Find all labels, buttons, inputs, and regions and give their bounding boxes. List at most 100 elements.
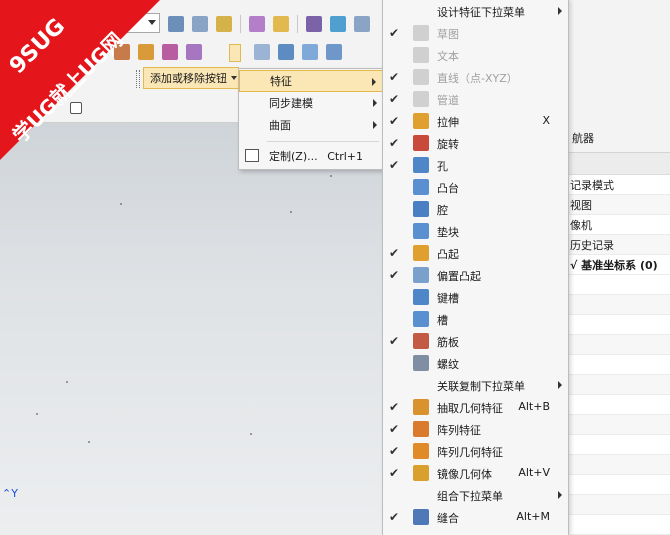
checkmark-icon: ✔ bbox=[389, 246, 400, 260]
viewport-dot bbox=[250, 433, 252, 435]
swept-icon[interactable] bbox=[326, 44, 342, 60]
dropdown-item[interactable]: 槽 bbox=[383, 308, 568, 330]
navigator-row[interactable]: 记录模式 bbox=[568, 175, 670, 195]
viewport-dot bbox=[66, 381, 68, 383]
surface-icon[interactable] bbox=[254, 44, 270, 60]
add-remove-buttons-label: 添加或移除按钮 bbox=[150, 72, 227, 85]
dropdown-item[interactable]: ✔ 管道 bbox=[383, 88, 568, 110]
navigator-title: 航器 bbox=[572, 131, 594, 145]
dropdown-item[interactable]: 键槽 bbox=[383, 286, 568, 308]
chevron-down-icon bbox=[148, 20, 156, 25]
dropdown-item[interactable]: ✔ 旋转 bbox=[383, 132, 568, 154]
dropdown-item[interactable]: ✔ 筋板 bbox=[383, 330, 568, 352]
dropdown-item-shortcut: Alt+M bbox=[516, 510, 550, 523]
dropdown-item[interactable]: 组合下拉菜单 bbox=[383, 484, 568, 506]
navigator-row-label: 记录模式 bbox=[570, 178, 614, 192]
navigator-row-empty bbox=[568, 495, 670, 515]
navigator-row[interactable]: 像机 bbox=[568, 215, 670, 235]
navigator-row-label: 历史记录 bbox=[570, 238, 614, 252]
dropdown-item[interactable]: ✔ 偏置凸起 bbox=[383, 264, 568, 286]
dropdown-item[interactable]: ✔ 缝合 Alt+M bbox=[383, 506, 568, 528]
layer-settings-icon[interactable] bbox=[192, 16, 208, 32]
selection-filter-combo[interactable] bbox=[60, 13, 160, 33]
dropdown-item[interactable]: ✔ 阵列几何特征 bbox=[383, 440, 568, 462]
text-icon bbox=[413, 47, 429, 63]
checkmark-icon: ✔ bbox=[389, 510, 400, 524]
dropdown-item[interactable]: 文本 bbox=[383, 44, 568, 66]
dropdown-item[interactable]: ✔ 草图 bbox=[383, 22, 568, 44]
dropdown-item[interactable]: 设计特征下拉菜单 bbox=[383, 0, 568, 22]
revolve-icon bbox=[413, 135, 429, 151]
dropdown-item[interactable]: ✔ 拉伸 X bbox=[383, 110, 568, 132]
dropdown-item-shortcut: Alt+B bbox=[518, 400, 550, 413]
dropdown-item[interactable]: 垫块 bbox=[383, 220, 568, 242]
snap-end-icon[interactable] bbox=[354, 16, 370, 32]
submenu-item-feature[interactable]: 特征 bbox=[239, 70, 383, 92]
checkmark-icon: ✔ bbox=[389, 158, 400, 172]
dropdown-item[interactable]: 凸台 bbox=[383, 176, 568, 198]
navigator-row-empty bbox=[568, 395, 670, 415]
toolbar-overflow-button[interactable] bbox=[229, 44, 241, 62]
dropdown-item[interactable]: 螺纹 bbox=[383, 352, 568, 374]
navigator-row-empty bbox=[568, 515, 670, 535]
view-icon[interactable] bbox=[306, 16, 322, 32]
navigator-column-header bbox=[568, 153, 670, 175]
submenu-item-customize[interactable]: 定制(Z)... Ctrl+1 bbox=[239, 145, 383, 167]
navigator-row-datum-csys[interactable]: √ 基准坐标系 (0) bbox=[568, 255, 670, 275]
toolbar-separator bbox=[297, 15, 298, 33]
feature-icon[interactable] bbox=[114, 44, 130, 60]
snap-point-icon[interactable] bbox=[330, 16, 346, 32]
through-curves-icon[interactable] bbox=[278, 44, 294, 60]
draft-icon[interactable] bbox=[186, 44, 202, 60]
pointer-icon[interactable] bbox=[249, 16, 265, 32]
navigator-row-empty bbox=[568, 315, 670, 335]
checkmark-icon: ✔ bbox=[389, 334, 400, 348]
chevron-right-icon bbox=[373, 121, 377, 129]
dropdown-item[interactable]: 关联复制下拉菜单 bbox=[383, 374, 568, 396]
dropdown-item[interactable]: ✔ 直线（点-XYZ） bbox=[383, 66, 568, 88]
submenu-item-surface[interactable]: 曲面 bbox=[239, 114, 383, 136]
grid-icon[interactable] bbox=[70, 102, 82, 114]
toolbar-row-2b bbox=[250, 38, 346, 66]
sew-icon bbox=[413, 509, 429, 525]
navigator-row-empty bbox=[568, 455, 670, 475]
boolean-icon[interactable] bbox=[138, 44, 154, 60]
header-strip-right bbox=[568, 0, 670, 123]
dropdown-item[interactable]: 腔 bbox=[383, 198, 568, 220]
checkmark-icon: ✔ bbox=[389, 70, 400, 84]
submenu-item-label: 曲面 bbox=[269, 119, 291, 132]
dropdown-item[interactable]: ✔ 镜像几何体 Alt+V bbox=[383, 462, 568, 484]
dropdown-item[interactable]: ✔ 抽取几何特征 Alt+B bbox=[383, 396, 568, 418]
thread-icon bbox=[413, 355, 429, 371]
dropdown-item-label: 孔 bbox=[437, 160, 448, 173]
submenu-item-sync-modeling[interactable]: 同步建模 bbox=[239, 92, 383, 114]
dropdown-item-shortcut: X bbox=[542, 114, 550, 127]
layer-icon[interactable] bbox=[168, 16, 184, 32]
pocket-icon bbox=[413, 201, 429, 217]
dropdown-item-label: 筋板 bbox=[437, 336, 459, 349]
checkmark-icon: ✔ bbox=[389, 400, 400, 414]
checkmark-icon: ✔ bbox=[389, 92, 400, 106]
mirror-geometry-icon bbox=[413, 465, 429, 481]
dropdown-item[interactable]: ✔ 凸起 bbox=[383, 242, 568, 264]
dropdown-item[interactable]: ✔ 阵列特征 bbox=[383, 418, 568, 440]
studio-surface-icon[interactable] bbox=[302, 44, 318, 60]
navigator-row-label: 视图 bbox=[570, 198, 592, 212]
navigator-row[interactable]: 历史记录 bbox=[568, 235, 670, 255]
triad-arrow-icon: ⌃ bbox=[2, 487, 12, 500]
add-remove-buttons-button[interactable]: 添加或移除按钮 bbox=[143, 67, 239, 89]
dropdown-item-label: 腔 bbox=[437, 204, 448, 217]
dropdown-item-label: 直线（点-XYZ） bbox=[437, 72, 518, 85]
checkmark-icon: ✔ bbox=[389, 422, 400, 436]
checkmark-icon: ✔ bbox=[389, 466, 400, 480]
snap-icon[interactable] bbox=[216, 16, 232, 32]
find-icon[interactable] bbox=[273, 16, 289, 32]
trim-body-icon[interactable] bbox=[162, 44, 178, 60]
dropdown-item[interactable]: ✔ 孔 bbox=[383, 154, 568, 176]
chevron-right-icon bbox=[558, 491, 562, 499]
toolbar-grip[interactable] bbox=[136, 70, 140, 88]
navigator-row[interactable]: 视图 bbox=[568, 195, 670, 215]
boss-icon bbox=[413, 179, 429, 195]
checkmark-icon: ✔ bbox=[389, 26, 400, 40]
add-remove-submenu: 特征 同步建模 曲面 定制(Z)... Ctrl+1 bbox=[238, 68, 384, 170]
